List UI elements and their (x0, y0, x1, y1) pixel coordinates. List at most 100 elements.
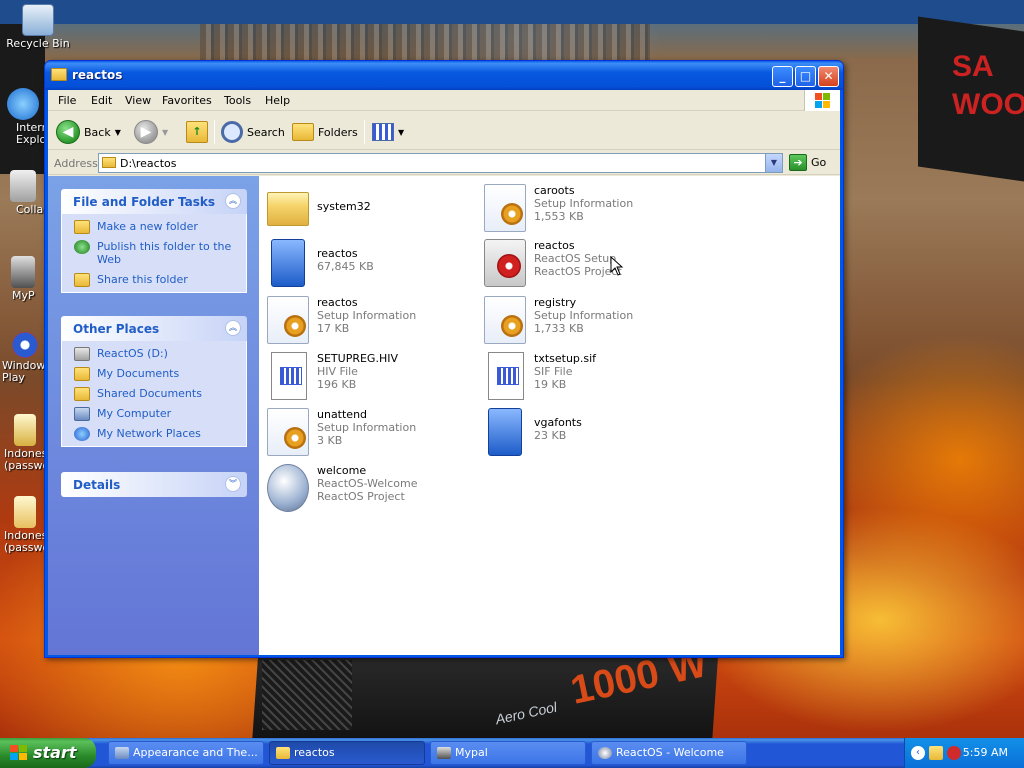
file-type: HIV File (317, 365, 358, 378)
file-folder-tasks-panel: File and Folder Tasks ︽ Make a new folde… (61, 189, 247, 293)
menu-file[interactable]: File (58, 94, 76, 107)
my-computer-link[interactable]: My Computer (74, 407, 246, 421)
link-label: My Documents (97, 367, 180, 380)
setup-info-icon (484, 184, 526, 232)
maximize-button[interactable]: □ (795, 66, 816, 87)
chevron-down-icon[interactable]: ▼ (398, 128, 404, 137)
task-pane: File and Folder Tasks ︽ Make a new folde… (48, 176, 259, 655)
file-item[interactable]: unattend Setup Information 3 KB (267, 408, 477, 460)
application-icon (488, 408, 522, 456)
forward-button[interactable]: ▶ ▼ (134, 119, 168, 145)
chevron-left-icon[interactable]: ‹ (911, 746, 925, 760)
link-label: My Network Places (97, 427, 201, 440)
desktop-icon-recycle-bin[interactable]: Recycle Bin (3, 4, 73, 50)
clock[interactable]: 5:59 AM (963, 746, 1008, 759)
wallpaper-trees (200, 24, 650, 64)
panel-header[interactable]: Details ︾ (61, 472, 247, 497)
toolbar-separator (214, 120, 215, 144)
file-item[interactable]: vgafonts 23 KB (484, 408, 694, 460)
menu-tools[interactable]: Tools (224, 94, 251, 107)
panel-header[interactable]: File and Folder Tasks ︽ (61, 189, 247, 214)
file-name: reactos (317, 247, 358, 260)
publish-folder-link[interactable]: Publish this folder to the Web (74, 240, 246, 266)
file-item[interactable]: welcome ReactOS-Welcome ReactOS Project (267, 464, 477, 516)
explorer-window[interactable]: reactos _ □ ✕ File Edit View Favorites T… (44, 60, 844, 658)
file-list: system32 caroots Setup Information 1,553… (259, 176, 840, 655)
panel-title: Details (73, 478, 121, 492)
taskbar-button-label: Appearance and The... (133, 746, 258, 759)
folder-icon (267, 192, 309, 226)
my-network-places-link[interactable]: My Network Places (74, 427, 246, 441)
back-arrow-icon: ◀ (56, 120, 80, 144)
media-player-icon (12, 332, 38, 358)
search-button[interactable]: Search (221, 119, 285, 145)
folders-button[interactable]: Folders (292, 119, 358, 145)
file-name: SETUPREG.HIV (317, 352, 398, 365)
chevron-down-icon[interactable]: ▼ (115, 128, 121, 137)
file-name: welcome (317, 464, 367, 477)
address-label: Address (54, 157, 98, 170)
security-alert-icon[interactable] (947, 746, 961, 760)
share-folder-link[interactable]: Share this folder (74, 273, 246, 287)
chevron-up-icon[interactable]: ︽ (225, 320, 241, 336)
file-item[interactable]: reactos Setup Information 17 KB (267, 296, 477, 348)
menu-view[interactable]: View (125, 94, 151, 107)
desktop-icon-label: Indones (passwo (4, 529, 50, 554)
chevron-down-icon[interactable]: ︾ (225, 476, 241, 492)
windows-logo-icon (804, 90, 840, 111)
chevron-up-icon[interactable]: ︽ (225, 193, 241, 209)
address-field[interactable]: D:\reactos ▼ (98, 153, 783, 173)
taskbar-button-appearance[interactable]: Appearance and The... (108, 741, 264, 765)
link-label: Publish this folder to the Web (97, 240, 232, 266)
file-text: unattend Setup Information 3 KB (317, 408, 416, 447)
menu-favorites[interactable]: Favorites (162, 94, 212, 107)
menu-edit[interactable]: Edit (91, 94, 112, 107)
file-type: Setup Information (317, 309, 417, 322)
share-folder-icon (74, 273, 90, 287)
views-icon (372, 123, 394, 141)
file-description: ReactOS-Welcome (317, 477, 418, 490)
window-client: File Edit View Favorites Tools Help ◀ Ba… (48, 90, 840, 655)
file-item[interactable]: caroots Setup Information 1,553 KB (484, 184, 694, 236)
chevron-down-icon[interactable]: ▼ (765, 154, 782, 172)
shield-icon[interactable] (929, 746, 943, 760)
panel-header[interactable]: Other Places ︽ (61, 316, 247, 341)
taskbar-button-mypal[interactable]: Mypal (430, 741, 586, 765)
file-size: 1,553 KB (534, 210, 584, 223)
file-text: reactos ReactOS Setup ReactOS Project (534, 239, 622, 278)
taskbar: start Appearance and The... reactos Mypa… (0, 738, 1024, 768)
taskbar-button-label: reactos (294, 746, 335, 759)
file-name: reactos (534, 239, 575, 252)
file-name: registry (534, 296, 577, 309)
link-label: Share this folder (97, 273, 188, 286)
views-button[interactable]: ▼ (372, 119, 404, 145)
back-button[interactable]: ◀ Back ▼ (56, 119, 121, 145)
close-button[interactable]: ✕ (818, 66, 839, 87)
menu-help[interactable]: Help (265, 94, 290, 107)
chevron-down-icon[interactable]: ▼ (162, 128, 168, 137)
file-item[interactable]: system32 (267, 184, 477, 236)
minimize-button[interactable]: _ (772, 66, 793, 87)
file-size: 1,733 KB (534, 322, 584, 335)
file-item[interactable]: txtsetup.sif SIF File 19 KB (484, 352, 694, 404)
up-folder-button[interactable]: ↑ (186, 119, 208, 145)
shared-documents-link[interactable]: Shared Documents (74, 387, 246, 401)
file-size: 196 KB (317, 378, 357, 391)
file-type: Setup Information (534, 197, 634, 210)
taskbar-button-reactos[interactable]: reactos (269, 741, 425, 765)
file-item[interactable]: registry Setup Information 1,733 KB (484, 296, 694, 348)
go-button[interactable]: ➔ Go (789, 154, 826, 171)
reactos-drive-link[interactable]: ReactOS (D:) (74, 347, 246, 361)
file-text: vgafonts 23 KB (534, 416, 582, 442)
make-new-folder-link[interactable]: Make a new folder (74, 220, 246, 234)
start-button[interactable]: start (0, 738, 96, 768)
internet-explorer-icon (7, 88, 39, 120)
collab-icon (10, 170, 36, 202)
taskbar-button-welcome[interactable]: ReactOS - Welcome (591, 741, 747, 765)
my-documents-link[interactable]: My Documents (74, 367, 246, 381)
file-item[interactable]: reactos 67,845 KB (267, 239, 477, 291)
file-item[interactable]: reactos ReactOS Setup ReactOS Project (484, 239, 694, 291)
file-item[interactable]: SETUPREG.HIV HIV File 196 KB (267, 352, 477, 404)
title-bar[interactable]: reactos _ □ ✕ (45, 61, 843, 90)
go-label: Go (811, 156, 827, 169)
